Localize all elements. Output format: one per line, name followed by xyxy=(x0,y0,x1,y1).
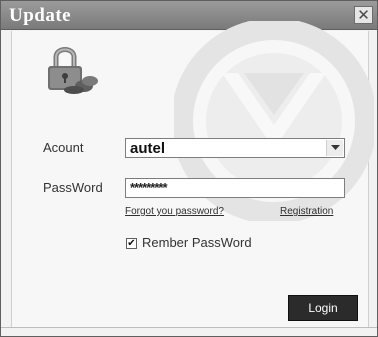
account-value: autel xyxy=(130,140,166,157)
forgot-password-link[interactable]: Forgot you password? xyxy=(125,206,224,217)
registration-link[interactable]: Registration xyxy=(280,206,333,217)
check-icon: ✔ xyxy=(127,237,136,249)
login-button-label: Login xyxy=(308,301,338,315)
account-dropdown-button[interactable] xyxy=(326,140,343,156)
window-title: Update xyxy=(9,5,72,26)
password-label: PassWord xyxy=(43,180,103,195)
account-label: Acount xyxy=(43,140,84,155)
remember-password-checkbox[interactable]: ✔ xyxy=(126,238,137,249)
window-bottom-border xyxy=(1,327,377,336)
remember-password-label[interactable]: Rember PassWord xyxy=(142,235,252,250)
dialog-content: Acount autel PassWord ********* Forgot y… xyxy=(11,21,374,327)
account-select[interactable]: autel xyxy=(125,138,345,158)
lock-icon xyxy=(48,47,98,94)
password-value: ********* xyxy=(130,180,168,195)
password-field[interactable]: ********* xyxy=(125,178,345,198)
chevron-down-icon xyxy=(330,145,340,150)
update-dialog: Update ✕ Acount autel PassWord *********… xyxy=(0,0,378,337)
login-button[interactable]: Login xyxy=(288,295,358,321)
